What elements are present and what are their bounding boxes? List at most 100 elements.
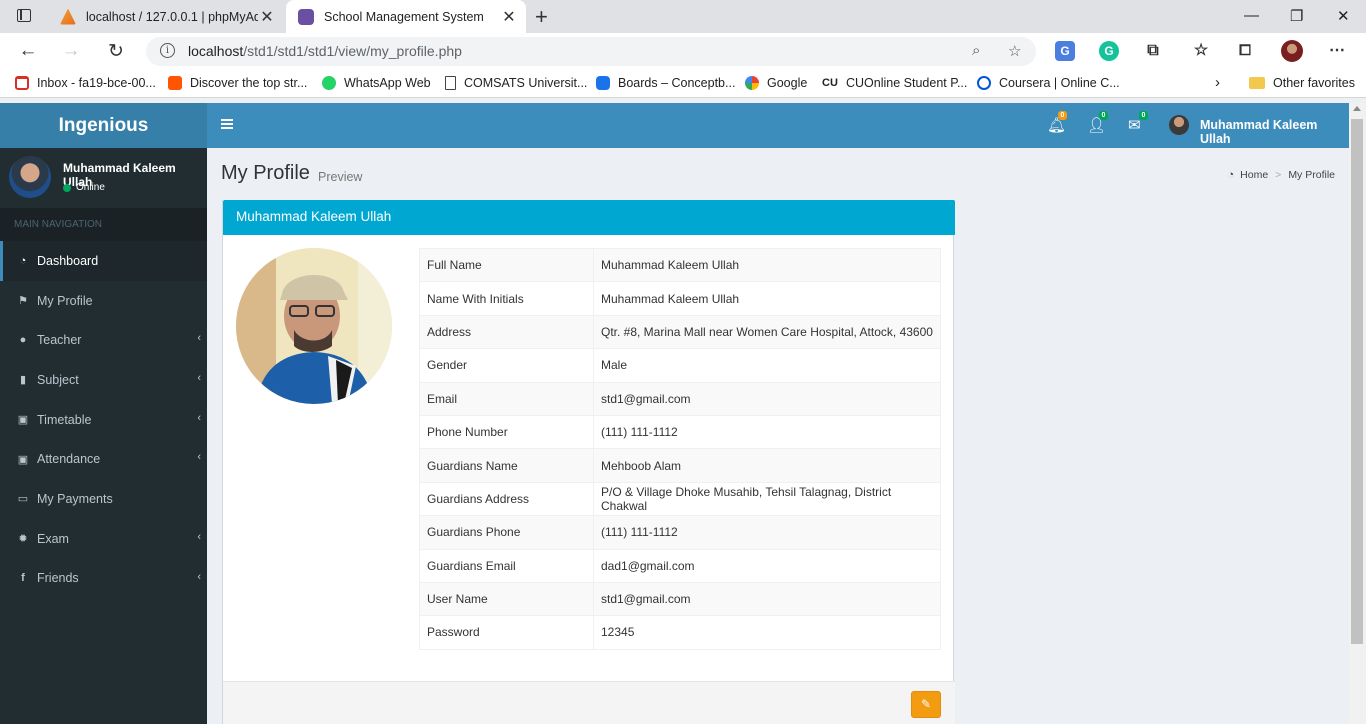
bookmark-google[interactable]: Google [745,76,807,90]
minimize-icon[interactable]: — [1244,7,1259,24]
flag-icon: ⚑ [18,295,28,308]
zoom-icon[interactable]: ⌕ [972,42,980,59]
url-host: localhost [188,43,244,59]
chevron-left-icon: ‹ [197,570,201,583]
url-path: /std1/std1/std1/view/my_profile.php [243,43,462,59]
field-label: Guardians Address [419,481,594,517]
profile-avatar[interactable] [1281,40,1303,62]
sidebar-item-my-payments[interactable]: ▭ My Payments [0,479,207,519]
edit-profile-button[interactable]: ✎ [911,691,941,718]
translate-extension-icon[interactable]: G [1055,41,1075,61]
browser-tab-bar: localhost / 127.0.0.1 | phpMyAdmin ✕ Sch… [0,0,1366,33]
sidebar-item-exam[interactable]: ✹ Exam ‹ [0,519,207,559]
new-tab-icon[interactable]: + [535,4,548,30]
more-bookmarks-chevron-icon[interactable]: › [1215,74,1220,91]
header-user-name[interactable]: Muhammad Kaleem Ullah [1200,118,1349,146]
table-row: Gender Male [419,348,941,383]
field-label: Guardians Phone [419,515,594,550]
field-value: 12345 [593,615,941,650]
sidebar-item-dashboard[interactable]: ◔ Dashboard [0,241,207,281]
url-text[interactable]: localhost/std1/std1/std1/view/my_profile… [188,43,462,59]
whatsapp-icon [322,76,336,90]
close-tab-icon[interactable]: ✕ [258,7,276,27]
content-area: My Profile Preview ◔ Home > My Profile M… [207,148,1349,724]
scroll-up-arrow-icon[interactable] [1353,106,1361,111]
sidebar-item-timetable[interactable]: ▣ Timetable ‹ [0,400,207,440]
gmail-icon [15,76,29,90]
bookmark-gmail[interactable]: Inbox - fa19-bce-00... [15,76,156,90]
url-field[interactable]: i localhost/std1/std1/std1/view/my_profi… [146,37,1036,66]
breadcrumb: ◔ Home > My Profile [1228,169,1336,181]
table-row: Full Name Muhammad Kaleem Ullah [419,247,941,283]
table-row: Guardians Name Mehboob Alam [419,448,941,483]
sidebar-item-friends[interactable]: f Friends ‹ [0,559,207,599]
site-info-icon[interactable]: i [160,43,175,58]
tab-school-management[interactable]: School Management System ✕ [286,0,526,33]
gear-icon: ✹ [18,533,28,546]
sidebar-toggle-icon[interactable] [221,119,233,129]
field-value: Male [593,348,941,383]
sidebar-item-attendance[interactable]: ▣ Attendance ‹ [0,439,207,479]
brand-logo[interactable]: Ingenious [0,103,207,148]
tab-actions-icon[interactable] [17,9,31,22]
address-bar-row: ← → ↻ i localhost/std1/std1/std1/view/my… [0,33,1366,70]
user-icon: ● [19,334,27,347]
table-row: Name With Initials Muhammad Kaleem Ullah [419,281,941,316]
bookmark-whatsapp[interactable]: WhatsApp Web [322,76,431,90]
field-label: Email [419,381,594,416]
page-title: My Profile [221,162,310,184]
close-tab-icon[interactable]: ✕ [500,7,518,27]
bookmark-coursera[interactable]: Coursera | Online C... [977,76,1120,90]
bookmark-other-favorites[interactable]: Other favorites [1249,76,1355,90]
favorites-icon[interactable]: ☆ [1191,41,1211,61]
money-icon: ▭ [17,493,29,506]
add-favorite-icon[interactable]: ☆ [1008,42,1021,60]
bookmark-comsats[interactable]: COMSATS Universit... [445,76,587,90]
tab-title: School Management System [324,9,484,24]
top-navbar: 🔔︎ 0 👤︎ 0 ✉ 0 Muhammad Kaleem Ullah [207,103,1349,148]
forward-icon[interactable]: → [59,40,83,62]
app-root: Ingenious 🔔︎ 0 👤︎ 0 ✉ 0 Muhammad Kaleem … [0,103,1349,724]
table-row: Guardians Address P/O & Village Dhoke Mus… [419,481,941,517]
page-scrollbar[interactable] [1349,103,1366,724]
profile-photo [236,248,392,404]
field-label: Password [419,615,594,650]
chevron-left-icon: ‹ [197,332,201,345]
field-label: Phone Number [419,414,594,450]
field-label: Guardians Name [419,448,594,483]
grammarly-extension-icon[interactable]: G [1099,41,1119,61]
field-value: (111) 111-1112 [593,414,941,450]
app-favicon-icon [298,8,314,25]
online-dot-icon [63,183,71,192]
back-icon[interactable]: ← [16,40,40,62]
more-menu-icon[interactable]: ⋯ [1327,41,1347,61]
restore-icon[interactable]: ❐ [1290,7,1303,25]
field-value: Qtr. #8, Marina Mall near Women Care Hos… [593,314,941,350]
sidebar-item-subject[interactable]: ▮ Subject ‹ [0,360,207,400]
scrollbar-thumb[interactable] [1351,119,1363,644]
main-navigation-header: MAIN NAVIGATION [0,208,207,241]
facebook-icon: f [21,572,25,585]
bookmark-cuonline[interactable]: CU CUOnline Student P... [822,76,967,90]
sidebar-item-teacher[interactable]: ● Teacher ‹ [0,320,207,360]
table-row: Guardians Phone (111) 111-1112 [419,515,941,550]
tab-title: localhost / 127.0.0.1 | phpMyAdmin [86,9,258,24]
google-icon [745,76,759,90]
table-row: Address Qtr. #8, Marina Mall near Women C… [419,314,941,350]
sidebar-item-my-profile[interactable]: ⚑ My Profile [0,281,207,321]
soundcloud-icon [168,76,182,90]
field-label: Address [419,314,594,350]
tab-phpmyadmin[interactable]: localhost / 127.0.0.1 | phpMyAdmin ✕ [48,0,284,33]
extensions-icon[interactable]: ⧉ [1143,41,1163,61]
bookmark-soundcloud[interactable]: Discover the top str... [168,76,307,90]
cu-icon: CU [822,77,838,89]
profile-details-table: Full Name Muhammad Kaleem Ullah Name With … [419,247,941,650]
refresh-icon[interactable]: ↻ [104,40,128,63]
close-window-icon[interactable]: ✕ [1337,7,1350,25]
header-user-avatar[interactable] [1169,115,1189,135]
breadcrumb-home[interactable]: Home [1240,169,1268,181]
bookmark-conceptboard[interactable]: Boards – Conceptb... [596,76,735,90]
collections-icon[interactable]: ⧠ [1235,41,1255,61]
field-value: std1@gmail.com [593,381,941,416]
table-row: User Name std1@gmail.com [419,581,941,617]
